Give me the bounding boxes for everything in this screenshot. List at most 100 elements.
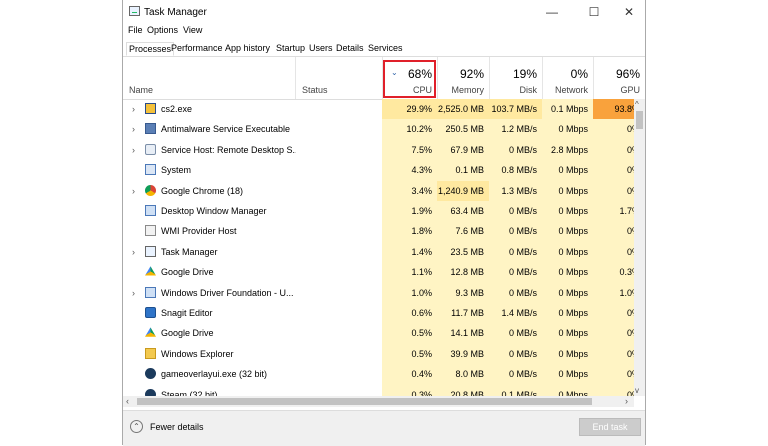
cpu-cell: 7.5%	[382, 139, 437, 161]
minimize-button[interactable]: —	[535, 0, 569, 24]
disk-cell: 0 MB/s	[489, 139, 542, 161]
gpu-cell: 0%	[593, 323, 634, 344]
chevron-up-circle-icon[interactable]: ⌃	[130, 420, 143, 433]
scroll-left-arrow-icon[interactable]: ‹	[126, 396, 129, 406]
gpu-cell: 1.0%	[593, 282, 634, 303]
network-cell: 2.8 Mbps	[542, 139, 593, 161]
system-icon	[145, 164, 156, 176]
network-cell: 0 Mbps	[542, 241, 593, 263]
scroll-up-arrow-icon[interactable]: ^	[635, 100, 639, 109]
network-cell: 0 Mbps	[542, 303, 593, 324]
vertical-scroll-thumb[interactable]	[636, 111, 643, 129]
menu-file[interactable]: File	[128, 25, 143, 35]
gpu-cell: 0%	[593, 139, 634, 161]
task-manager-window: Task Manager — ☐ ✕ File Options View Pro…	[122, 0, 646, 446]
table-row[interactable]: Windows Explorer 0.5% 39.9 MB 0 MB/s 0 Mbps 0…	[123, 343, 634, 365]
table-row[interactable]: Google Drive 1.1%12.8 MB0 MB/s0 Mbps0.3%	[123, 262, 634, 283]
name-column-header[interactable]: Name	[123, 57, 295, 99]
status-column-header[interactable]: Status	[295, 57, 382, 99]
status-column-label: Status	[302, 85, 328, 95]
end-task-button[interactable]: End task	[579, 418, 641, 436]
network-cell: 0 Mbps	[542, 160, 593, 181]
disk-cell: 0 MB/s	[489, 201, 542, 222]
gear-icon	[145, 143, 156, 155]
table-row[interactable]: Snagit Editor 0.6%11.7 MB1.4 MB/s0 Mbps0%	[123, 303, 634, 324]
tab-details[interactable]: Details	[334, 42, 366, 56]
expand-chevron-icon[interactable]: ›	[132, 104, 135, 114]
table-row[interactable]: WMI Provider Host 1.8% 7.6 MB 0 MB/s 0 Mbps 0…	[123, 221, 634, 242]
horizontal-scroll-thumb[interactable]	[137, 398, 592, 405]
cpu-cell: 1.8%	[382, 221, 437, 242]
network-cell: 0 Mbps	[542, 343, 593, 365]
disk-cell: 0 MB/s	[489, 323, 542, 344]
memory-cell: 67.9 MB	[437, 139, 489, 161]
table-row[interactable]: › Service Host: Remote Desktop S... 7.5% 67…	[123, 139, 634, 161]
scroll-down-arrow-icon[interactable]: v	[635, 386, 639, 395]
drive-icon	[145, 327, 156, 337]
table-row[interactable]: › cs2.exe 29.9% 2,525.0 MB 103.7 MB/s 0.1 Mbp…	[123, 99, 634, 120]
gpu-cell: 0%	[593, 384, 634, 396]
table-row[interactable]: › Antimalware Service Executable 10.2% 250.…	[123, 119, 634, 140]
table-row[interactable]: Desktop Window Manager 1.9% 63.4 MB 0 MB/s 0…	[123, 201, 634, 222]
process-name: Google Chrome (18)	[161, 185, 244, 196]
horizontal-scrollbar[interactable]: ‹ ›	[123, 396, 634, 407]
fewer-details-link[interactable]: Fewer details	[150, 422, 204, 432]
memory-cell: 0.1 MB	[437, 160, 489, 181]
menu-options[interactable]: Options	[147, 25, 178, 35]
network-column-header[interactable]: 0% Network	[542, 57, 593, 99]
title-bar[interactable]: Task Manager — ☐ ✕	[123, 0, 645, 24]
scroll-right-arrow-icon[interactable]: ›	[625, 396, 628, 406]
table-row[interactable]: gameoverlayui.exe (32 bit) 0.4% 8.0 MB 0 MB…	[123, 364, 634, 385]
expand-chevron-icon[interactable]: ›	[132, 288, 135, 298]
disk-cell: 1.2 MB/s	[489, 119, 542, 140]
process-name: Google Drive	[161, 328, 214, 339]
disk-cell: 0 MB/s	[489, 241, 542, 263]
table-row[interactable]: › Task Manager 1.4%23.5 MB0 MB/s0 Mbps0%	[123, 241, 634, 263]
tab-performance[interactable]: Performance	[169, 42, 225, 56]
process-name: Windows Explorer	[161, 348, 234, 359]
maximize-button[interactable]: ☐	[577, 0, 611, 24]
window-icon	[145, 286, 156, 298]
table-row[interactable]: Steam (32 bit) 0.3% 20.8 MB 0.1 MB/s 0 Mbps 0…	[123, 384, 634, 396]
close-button[interactable]: ✕	[612, 0, 646, 24]
disk-column-header[interactable]: 19% Disk	[489, 57, 542, 99]
gpu-cell: 0%	[593, 303, 634, 324]
gpu-column-header[interactable]: 96% GPU	[593, 57, 645, 99]
expand-chevron-icon[interactable]: ›	[132, 186, 135, 196]
process-name: WMI Provider Host	[161, 226, 237, 237]
table-row[interactable]: › Google Chrome (18) 3.4% 1,240.9 MB 1.3 MB/…	[123, 180, 634, 201]
expand-chevron-icon[interactable]: ›	[132, 124, 135, 134]
folder-icon	[145, 347, 156, 359]
memory-cell: 14.1 MB	[437, 323, 489, 344]
tab-services[interactable]: Services	[366, 42, 405, 56]
tab-app-history[interactable]: App history	[223, 42, 272, 56]
expand-chevron-icon[interactable]: ›	[132, 247, 135, 257]
gpu-cell: 0%	[593, 119, 634, 140]
process-name: Antimalware Service Executable	[161, 124, 291, 135]
cpu-cell: 1.4%	[382, 241, 437, 263]
expand-chevron-icon[interactable]: ›	[132, 145, 135, 155]
tab-startup[interactable]: Startup	[274, 42, 307, 56]
network-cell: 0 Mbps	[542, 323, 593, 344]
window-title: Task Manager	[144, 7, 207, 18]
sort-chevron-icon: ⌄	[391, 68, 398, 77]
cpu-cell: 0.6%	[382, 303, 437, 324]
memory-cell: 8.0 MB	[437, 364, 489, 385]
task-manager-icon	[129, 6, 140, 16]
table-row[interactable]: › Windows Driver Foundation - U... 1.0% 9.3…	[123, 282, 634, 303]
tab-users[interactable]: Users	[307, 42, 335, 56]
network-cell: 0 Mbps	[542, 282, 593, 303]
process-name: Snagit Editor	[161, 308, 213, 318]
gpu-cell: 0%	[593, 180, 634, 201]
tab-strip: Processes Performance App history Startu…	[123, 40, 645, 57]
vertical-scrollbar[interactable]: ^ v	[634, 99, 645, 396]
process-name: gameoverlayui.exe (32 bit)	[161, 369, 268, 380]
cpu-cell: 1.1%	[382, 262, 437, 283]
tab-processes[interactable]: Processes	[126, 42, 175, 56]
memory-cell: 7.6 MB	[437, 221, 489, 242]
table-row[interactable]: Google Drive 0.5%14.1 MB0 MB/s0 Mbps0%	[123, 323, 634, 344]
disk-cell: 0 MB/s	[489, 364, 542, 385]
menu-view[interactable]: View	[183, 25, 202, 35]
memory-column-header[interactable]: 92% Memory	[437, 57, 489, 99]
table-row[interactable]: System 4.3%0.1 MB0.8 MB/s0 Mbps0%	[123, 160, 634, 181]
